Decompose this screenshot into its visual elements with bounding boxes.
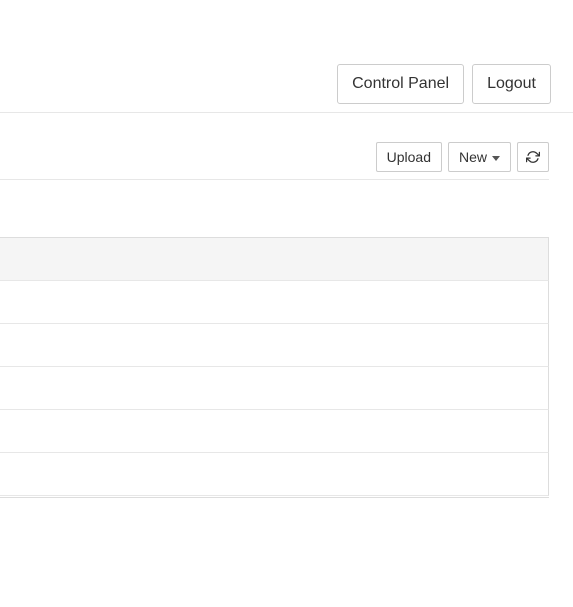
table-row[interactable]	[0, 324, 549, 367]
control-panel-button[interactable]: Control Panel	[337, 64, 464, 104]
table-row[interactable]	[0, 367, 549, 410]
table-header-row	[0, 237, 549, 281]
toolbar-divider	[0, 179, 549, 180]
top-nav-buttons: Control Panel Logout	[337, 64, 551, 104]
new-button-label: New	[459, 149, 487, 165]
table-row[interactable]	[0, 281, 549, 324]
upload-button[interactable]: Upload	[376, 142, 442, 172]
table-row[interactable]	[0, 453, 549, 496]
refresh-button[interactable]	[517, 142, 549, 172]
refresh-icon	[526, 150, 540, 164]
file-list-table	[0, 237, 549, 496]
action-buttons: Upload New	[376, 142, 549, 172]
caret-down-icon	[492, 156, 500, 161]
new-button[interactable]: New	[448, 142, 511, 172]
upload-button-label: Upload	[387, 149, 431, 165]
table-bottom-border	[0, 497, 549, 498]
table-row[interactable]	[0, 410, 549, 453]
logout-button[interactable]: Logout	[472, 64, 551, 104]
toolbar-area: Upload New	[0, 113, 573, 180]
top-navigation: Control Panel Logout	[0, 0, 573, 113]
